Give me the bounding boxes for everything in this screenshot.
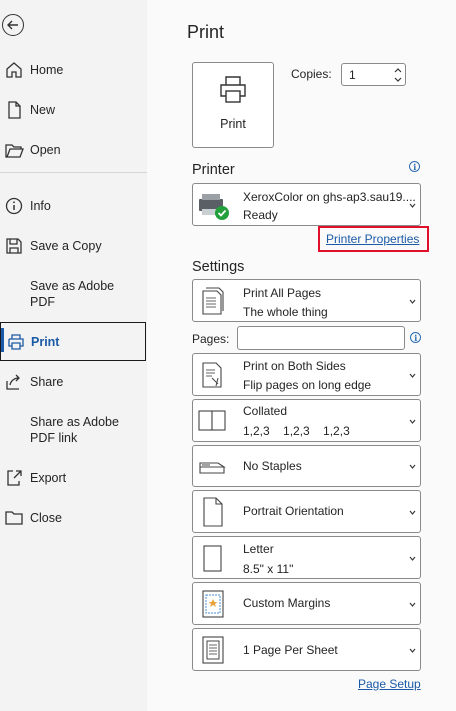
print-panel: Print Print Copies: 1 Printer i XeroxCol… [147, 0, 456, 711]
nav-item-save-a-copy[interactable]: Save a Copy [0, 228, 147, 264]
copies-label: Copies: [291, 67, 332, 81]
nav-item-label: Info [30, 199, 51, 213]
chevron-down-icon [409, 203, 416, 208]
copies-stepper[interactable]: 1 [341, 63, 406, 86]
all-pages-icon [202, 287, 224, 315]
nav-item-label: Open [30, 143, 61, 157]
selection-indicator [1, 328, 4, 352]
nav-item-info[interactable]: Info [0, 188, 147, 224]
back-arrow-icon[interactable] [2, 14, 24, 36]
orientation-title: Portrait Orientation [243, 504, 344, 518]
new-document-icon [8, 101, 21, 119]
increment-chevron-icon[interactable] [394, 66, 402, 74]
printer-name: XeroxColor on ghs-ap3.sau19.... [243, 190, 416, 204]
printer-dropdown[interactable]: XeroxColor on ghs-ap3.sau19.... Ready [192, 183, 421, 226]
nav-item-save-as-adobe-pdf[interactable]: Save as Adobe PDF [0, 276, 147, 312]
duplex-subtitle: Flip pages on long edge [243, 378, 372, 392]
nav-item-share[interactable]: Share [0, 364, 147, 400]
nav-item-share-as-adobe-pdf-link[interactable]: Share as Adobe PDF link [0, 412, 147, 448]
share-icon [6, 374, 20, 390]
nav-item-open[interactable]: Open [0, 132, 147, 168]
duplex-print-icon [202, 362, 222, 388]
print-button[interactable]: Print [192, 62, 274, 148]
one-page-per-sheet-icon [202, 636, 224, 664]
paper-size-title: Letter [243, 542, 274, 556]
page-title: Print [187, 22, 225, 42]
collation-dropdown[interactable]: Collated 1,2,3 1,2,3 1,2,3 [192, 399, 421, 442]
nav-item-label-line2: PDF link [30, 431, 78, 445]
pages-info-icon[interactable]: i [410, 332, 421, 343]
folder-close-icon [5, 511, 23, 525]
paper-size-subtitle: 8.5" x 11" [243, 562, 294, 576]
margins-title: Custom Margins [243, 596, 331, 610]
backstage-nav: Home New Open Info Save a Copy Save as A… [0, 0, 147, 711]
nav-item-home[interactable]: Home [0, 52, 147, 88]
home-icon [6, 62, 22, 78]
nav-item-label: Home [30, 63, 64, 77]
letter-page-icon [203, 545, 222, 572]
nav-item-print[interactable]: Print [0, 322, 146, 361]
collation-subtitle: 1,2,3 1,2,3 1,2,3 [243, 424, 350, 438]
portrait-page-icon [203, 497, 223, 527]
nav-divider [0, 172, 147, 173]
printer-icon [220, 76, 246, 103]
pages-per-sheet-dropdown[interactable]: 1 Page Per Sheet [192, 628, 421, 671]
settings-section-heading: Settings [192, 259, 245, 275]
chevron-down-icon [409, 556, 416, 561]
nav-item-close[interactable]: Close [0, 500, 147, 536]
chevron-down-icon [409, 648, 416, 653]
duplex-dropdown[interactable]: Print on Both Sides Flip pages on long e… [192, 353, 421, 396]
chevron-down-icon [409, 299, 416, 304]
printer-properties-link[interactable]: Printer Properties [326, 232, 419, 246]
nav-item-label-line1: Share as Adobe [30, 415, 119, 429]
nav-item-export[interactable]: Export [0, 460, 147, 496]
nav-item-label-line2: PDF [30, 295, 55, 309]
chevron-down-icon [409, 602, 416, 607]
folder-open-icon [5, 144, 24, 158]
orientation-dropdown[interactable]: Portrait Orientation [192, 490, 421, 533]
stapler-icon [199, 462, 226, 474]
network-printer-icon [199, 194, 229, 220]
print-range-title: Print All Pages [243, 286, 322, 300]
collated-icon [198, 410, 226, 431]
print-range-dropdown[interactable]: Print All Pages The whole thing [192, 279, 421, 322]
collation-title: Collated [243, 404, 288, 418]
nav-item-label: Print [31, 334, 60, 349]
decrement-chevron-icon[interactable] [394, 76, 402, 84]
paper-size-dropdown[interactable]: Letter 8.5" x 11" [192, 536, 421, 579]
printer-icon [8, 333, 24, 350]
info-icon [5, 197, 23, 215]
duplex-title: Print on Both Sides [243, 359, 346, 373]
printer-status: Ready [243, 208, 278, 222]
pages-per-sheet-title: 1 Page Per Sheet [243, 643, 338, 657]
export-icon [7, 470, 22, 486]
copies-value: 1 [349, 68, 356, 82]
margins-dropdown[interactable]: Custom Margins [192, 582, 421, 625]
chevron-down-icon [409, 510, 416, 515]
page-setup-link[interactable]: Page Setup [358, 677, 421, 691]
nav-item-label: New [30, 103, 56, 117]
printer-section-heading: Printer [192, 162, 235, 178]
print-range-subtitle: The whole thing [243, 305, 328, 319]
nav-item-label: Save a Copy [30, 239, 102, 253]
print-button-label: Print [220, 117, 246, 131]
chevron-down-icon [409, 419, 416, 424]
nav-item-label: Export [30, 471, 67, 485]
staples-title: No Staples [243, 459, 302, 473]
chevron-down-icon [409, 373, 416, 378]
custom-margins-icon [202, 590, 224, 618]
nav-item-label: Close [30, 511, 62, 525]
nav-item-label: Share [30, 375, 64, 389]
staples-dropdown[interactable]: No Staples [192, 445, 421, 487]
pages-input[interactable] [237, 326, 405, 350]
pages-label: Pages: [192, 332, 230, 346]
chevron-down-icon [409, 464, 416, 469]
printer-info-icon[interactable]: i [409, 161, 420, 172]
nav-item-new[interactable]: New [0, 92, 147, 128]
save-icon [6, 238, 22, 254]
nav-item-label-line1: Save as Adobe [30, 279, 115, 293]
